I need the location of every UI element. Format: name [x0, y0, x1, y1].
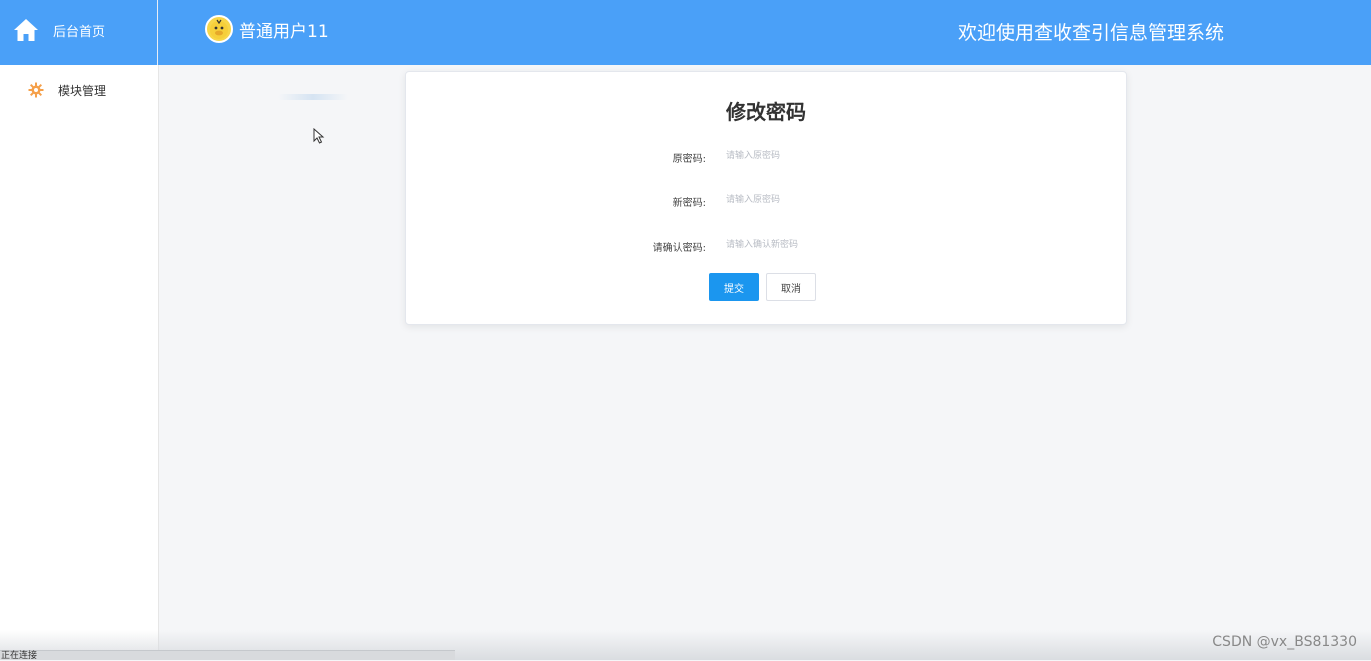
cancel-button[interactable]: 取消: [766, 273, 816, 301]
watermark: CSDN @vx_BS81330: [1212, 634, 1357, 650]
user-info[interactable]: 普通用户11: [205, 14, 329, 44]
new-password-label: 新密码:: [672, 198, 706, 209]
submit-button[interactable]: 提交: [709, 273, 759, 301]
confirm-password-input[interactable]: [726, 235, 926, 255]
change-password-card: 修改密码 原密码: 新密码: 请确认密码: 提交 取消: [405, 71, 1127, 325]
system-title: 欢迎使用查收查引信息管理系统: [958, 22, 1225, 44]
avatar: [205, 15, 233, 43]
home-label: 后台首页: [53, 25, 106, 40]
home-icon: [14, 19, 38, 41]
sidebar: 模块管理: [0, 65, 159, 660]
form-actions: 提交 取消: [406, 273, 1126, 302]
confirm-password-label: 请确认密码:: [652, 243, 706, 254]
username: 普通用户11: [239, 21, 329, 42]
gear-icon: [28, 82, 44, 98]
decorative-smudge: [278, 94, 348, 100]
form-row-old-password: 原密码:: [406, 146, 1126, 166]
sidebar-item-module-management[interactable]: 模块管理: [28, 81, 106, 99]
old-password-input[interactable]: [726, 146, 926, 166]
sidebar-item-label: 模块管理: [58, 83, 107, 98]
top-header: 后台首页 普通用户11 欢迎使用查收查引信息管理系统: [0, 0, 1371, 65]
page-title: 修改密码: [726, 100, 806, 124]
home-link[interactable]: 后台首页: [0, 0, 158, 65]
new-password-input[interactable]: [726, 190, 926, 210]
form-row-new-password: 新密码:: [406, 190, 1126, 210]
form-row-confirm-password: 请确认密码:: [406, 235, 1126, 255]
browser-status-bar: 正在连接: [0, 650, 455, 661]
mouse-cursor-icon: [313, 128, 325, 144]
old-password-label: 原密码:: [672, 154, 706, 165]
